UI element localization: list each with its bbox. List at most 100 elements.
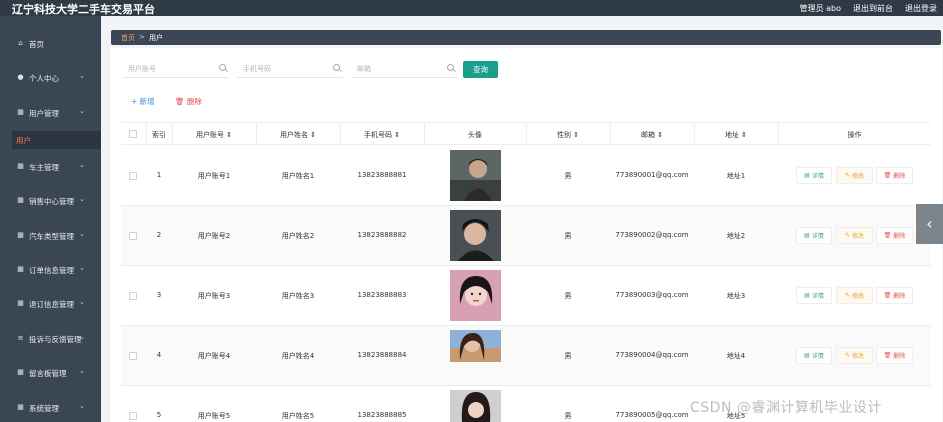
col-name[interactable]: 用户姓名 ⇕ — [256, 130, 340, 140]
cell-phone: 13823888881 — [357, 171, 407, 179]
cell-email: 773890001@qq.com — [615, 171, 689, 179]
delete-button[interactable]: 🗑 删除 — [876, 167, 913, 184]
cell-index: 5 — [156, 411, 162, 419]
cell-account: 用户账号1 — [197, 172, 231, 180]
side-panel-toggle[interactable]: ‹ — [916, 204, 943, 244]
cell-index: 1 — [156, 171, 162, 179]
back-to-front-link[interactable]: 退出到前台 — [853, 3, 893, 14]
col-email[interactable]: 邮箱 ⇕ — [610, 130, 694, 140]
cell-phone: 13823888884 — [357, 351, 407, 359]
sidebar-item-users[interactable]: ▦ 用户管理 ⌄ — [0, 104, 101, 122]
cell-email: 773890005@qq.com — [615, 411, 689, 419]
detail-button[interactable]: ▤ 详情 — [796, 347, 832, 364]
sidebar-item-label: 留言板管理 — [29, 369, 67, 378]
watermark: CSDN @睿渊计算机毕业设计 — [690, 400, 882, 416]
cell-name: 用户姓名3 — [281, 292, 315, 300]
col-phone[interactable]: 手机号码 ⇕ — [340, 130, 424, 140]
cell-index: 4 — [156, 351, 162, 359]
document-icon: ▤ — [804, 292, 810, 299]
avatar — [450, 330, 501, 362]
avatar — [450, 390, 501, 422]
row-checkbox[interactable] — [129, 292, 137, 300]
col-address[interactable]: 地址 ⇕ — [694, 130, 778, 140]
chevron-down-icon: ⌄ — [79, 298, 85, 306]
sidebar-item-label: 销售中心管理 — [29, 197, 74, 206]
cell-name: 用户姓名1 — [281, 172, 315, 180]
search-icon — [219, 64, 226, 71]
sidebar-subitem-user[interactable]: 用户 — [12, 131, 101, 149]
breadcrumb-home[interactable]: 首页 — [121, 33, 135, 43]
col-account[interactable]: 用户账号 ⇕ — [172, 130, 256, 140]
sliders-icon: ≡ — [17, 334, 24, 342]
cell-phone: 13823888885 — [357, 411, 407, 419]
document-icon: ▤ — [804, 172, 810, 179]
chevron-down-icon: ⌄ — [79, 161, 85, 169]
detail-button[interactable]: ▤ 详情 — [796, 227, 832, 244]
sidebar-item-label: 投诉与反馈管理 — [29, 335, 82, 344]
sidebar-item-complaints[interactable]: ≡ 投诉与反馈管理 ⌄ — [0, 330, 101, 348]
sidebar-item-home[interactable]: ⌂ 首页 — [0, 35, 101, 53]
sidebar-item-label: 汽车类型管理 — [29, 232, 74, 241]
col-avatar: 头像 — [468, 131, 482, 139]
sidebar-item-car-types[interactable]: ▦ 汽车类型管理 ⌄ — [0, 227, 101, 245]
chevron-down-icon: ⌄ — [79, 367, 85, 375]
logout-link[interactable]: 退出登录 — [905, 3, 937, 14]
admin-label: 管理员 abo — [799, 4, 841, 13]
search-icon — [447, 64, 454, 71]
cell-gender: 男 — [564, 412, 572, 420]
detail-button[interactable]: ▤ 详情 — [796, 167, 832, 184]
sidebar-subitem-label: 用户 — [16, 136, 31, 145]
app-title: 辽宁科技大学二手车交易平台 — [12, 3, 155, 16]
col-gender[interactable]: 性别 ⇕ — [526, 130, 610, 140]
edit-button[interactable]: ✎ 修改 — [836, 287, 873, 304]
add-button[interactable]: + 新增 — [131, 96, 155, 107]
row-checkbox[interactable] — [129, 172, 137, 180]
detail-button[interactable]: ▤ 详情 — [796, 287, 832, 304]
sidebar: ⌂ 首页 ● 个人中心 ⌄ ▦ 用户管理 ⌄ — [0, 16, 101, 422]
search-icon — [333, 64, 340, 71]
grid-icon: ▦ — [17, 299, 24, 307]
sidebar-item-owners[interactable]: ▦ 车主管理 ⌄ — [0, 158, 101, 176]
trash-icon: 🗑 — [883, 172, 892, 179]
cell-phone: 13823888883 — [357, 291, 407, 299]
phone-search-input[interactable] — [237, 61, 322, 76]
cell-gender: 男 — [564, 352, 572, 360]
sidebar-item-messages[interactable]: ▦ 留言板管理 ⌄ — [0, 364, 101, 382]
delete-button[interactable]: 🗑 删除 — [876, 287, 913, 304]
sidebar-item-refunds[interactable]: ▦ 退订信息管理 ⌄ — [0, 295, 101, 313]
grid-icon: ▦ — [17, 265, 24, 273]
phone-search-field — [237, 61, 343, 78]
sidebar-item-label: 用户管理 — [29, 109, 59, 118]
cell-gender: 男 — [564, 172, 572, 180]
edit-button[interactable]: ✎ 修改 — [836, 227, 873, 244]
email-search-input[interactable] — [351, 61, 436, 76]
sidebar-item-label: 订单信息管理 — [29, 266, 74, 275]
cell-gender: 男 — [564, 292, 572, 300]
trash-icon: 🗑 — [883, 352, 892, 359]
sidebar-item-sales[interactable]: ▦ 销售中心管理 ⌄ — [0, 192, 101, 210]
edit-button[interactable]: ✎ 修改 — [836, 167, 873, 184]
cell-index: 2 — [156, 231, 162, 239]
table-row: 4 用户账号4 用户姓名4 13823888884 男 773890004@qq… — [121, 326, 931, 386]
account-search-input[interactable] — [122, 61, 207, 76]
sidebar-item-label: 车主管理 — [29, 163, 59, 172]
cell-name: 用户姓名2 — [281, 232, 315, 240]
cell-name: 用户姓名5 — [281, 412, 315, 420]
row-checkbox[interactable] — [129, 412, 137, 420]
sidebar-item-system[interactable]: ▦ 系统管理 ⌄ — [0, 399, 101, 417]
cell-index: 3 — [156, 291, 162, 299]
grid-icon: ▦ — [17, 403, 24, 411]
sidebar-item-orders[interactable]: ▦ 订单信息管理 ⌄ — [0, 261, 101, 279]
query-button[interactable]: 查询 — [463, 61, 498, 78]
sidebar-item-profile[interactable]: ● 个人中心 ⌄ — [0, 69, 101, 87]
cell-gender: 男 — [564, 232, 572, 240]
edit-button[interactable]: ✎ 修改 — [836, 347, 873, 364]
batch-delete-button[interactable]: 🗑 删除 — [175, 96, 202, 107]
grid-icon: ▦ — [17, 231, 24, 239]
row-checkbox[interactable] — [129, 232, 137, 240]
delete-button[interactable]: 🗑 删除 — [876, 227, 913, 244]
select-all-checkbox[interactable] — [129, 130, 137, 138]
delete-button[interactable]: 🗑 删除 — [876, 347, 913, 364]
user-icon: ● — [17, 73, 24, 81]
row-checkbox[interactable] — [129, 352, 137, 360]
